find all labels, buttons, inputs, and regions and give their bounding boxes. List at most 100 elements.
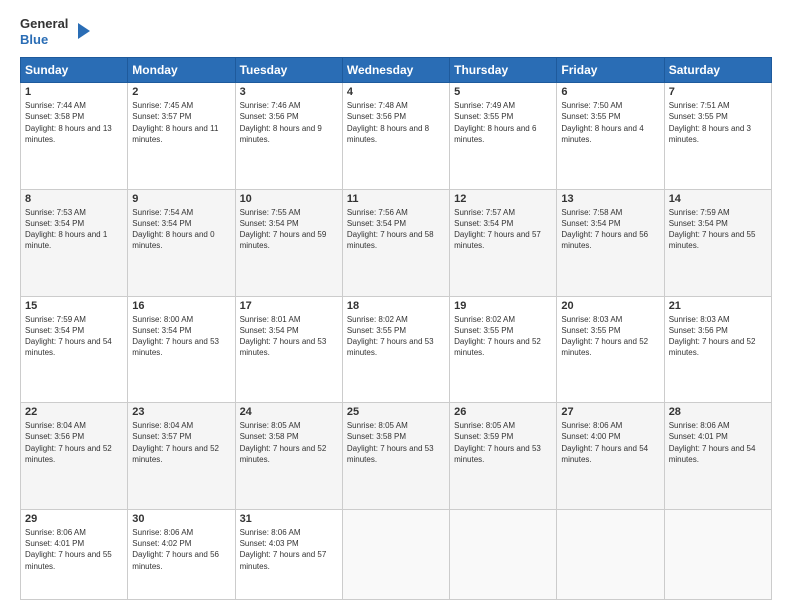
day-number: 9 <box>132 193 230 205</box>
day-number: 1 <box>25 86 123 98</box>
day-info: Sunrise: 7:59 AMSunset: 3:54 PMDaylight:… <box>25 315 112 358</box>
day-info: Sunrise: 7:56 AMSunset: 3:54 PMDaylight:… <box>347 208 434 251</box>
calendar-cell: 28Sunrise: 8:06 AMSunset: 4:01 PMDayligh… <box>664 403 771 510</box>
day-info: Sunrise: 8:05 AMSunset: 3:59 PMDaylight:… <box>454 421 541 464</box>
calendar-cell: 25Sunrise: 8:05 AMSunset: 3:58 PMDayligh… <box>342 403 449 510</box>
day-info: Sunrise: 7:53 AMSunset: 3:54 PMDaylight:… <box>25 208 107 251</box>
calendar-cell: 17 Sunrise: 8:01 AMSunset: 3:54 PMDayligh… <box>235 296 342 403</box>
calendar-cell: 14Sunrise: 7:59 AMSunset: 3:54 PMDayligh… <box>664 189 771 296</box>
day-number: 15 <box>25 300 123 312</box>
day-number: 12 <box>454 193 552 205</box>
calendar-cell: 9 Sunrise: 7:54 AMSunset: 3:54 PMDaylight… <box>128 189 235 296</box>
day-info: Sunrise: 7:50 AMSunset: 3:55 PMDaylight:… <box>561 101 643 144</box>
calendar-cell: 15 Sunrise: 7:59 AMSunset: 3:54 PMDayligh… <box>21 296 128 403</box>
calendar-header-sunday: Sunday <box>21 58 128 83</box>
day-number: 28 <box>669 406 767 418</box>
calendar-cell: 24Sunrise: 8:05 AMSunset: 3:58 PMDayligh… <box>235 403 342 510</box>
calendar-cell: 6 Sunrise: 7:50 AMSunset: 3:55 PMDaylight… <box>557 83 664 190</box>
calendar-cell: 26 Sunrise: 8:05 AMSunset: 3:59 PMDayligh… <box>450 403 557 510</box>
calendar-header-saturday: Saturday <box>664 58 771 83</box>
calendar-cell: 2 Sunrise: 7:45 AMSunset: 3:57 PMDaylight… <box>128 83 235 190</box>
logo: General Blue <box>20 16 90 47</box>
calendar-cell: 5Sunrise: 7:49 AMSunset: 3:55 PMDaylight… <box>450 83 557 190</box>
header: General Blue <box>20 16 772 47</box>
calendar-cell: 18 Sunrise: 8:02 AMSunset: 3:55 PMDayligh… <box>342 296 449 403</box>
day-info: Sunrise: 8:04 AMSunset: 3:57 PMDaylight:… <box>132 421 219 464</box>
day-number: 16 <box>132 300 230 312</box>
calendar-header-wednesday: Wednesday <box>342 58 449 83</box>
day-number: 5 <box>454 86 552 98</box>
day-info: Sunrise: 8:01 AMSunset: 3:54 PMDaylight:… <box>240 315 327 358</box>
calendar-week-4: 22Sunrise: 8:04 AMSunset: 3:56 PMDayligh… <box>21 403 772 510</box>
calendar-cell <box>557 510 664 600</box>
calendar-cell: 19 Sunrise: 8:02 AMSunset: 3:55 PMDayligh… <box>450 296 557 403</box>
day-info: Sunrise: 8:03 AMSunset: 3:55 PMDaylight:… <box>561 315 648 358</box>
day-number: 24 <box>240 406 338 418</box>
day-info: Sunrise: 7:45 AMSunset: 3:57 PMDaylight:… <box>132 101 218 144</box>
calendar-cell: 7Sunrise: 7:51 AMSunset: 3:55 PMDaylight… <box>664 83 771 190</box>
calendar-cell: 1 Sunrise: 7:44 AMSunset: 3:58 PMDaylight… <box>21 83 128 190</box>
day-info: Sunrise: 8:06 AMSunset: 4:02 PMDaylight:… <box>132 528 219 571</box>
calendar-week-2: 8 Sunrise: 7:53 AMSunset: 3:54 PMDaylight… <box>21 189 772 296</box>
calendar-cell: 30 Sunrise: 8:06 AMSunset: 4:02 PMDayligh… <box>128 510 235 600</box>
day-number: 23 <box>132 406 230 418</box>
logo-text: General Blue <box>20 16 90 47</box>
calendar-cell: 20 Sunrise: 8:03 AMSunset: 3:55 PMDayligh… <box>557 296 664 403</box>
calendar-cell: 13 Sunrise: 7:58 AMSunset: 3:54 PMDayligh… <box>557 189 664 296</box>
day-info: Sunrise: 7:51 AMSunset: 3:55 PMDaylight:… <box>669 101 751 144</box>
day-info: Sunrise: 7:57 AMSunset: 3:54 PMDaylight:… <box>454 208 541 251</box>
day-info: Sunrise: 7:46 AMSunset: 3:56 PMDaylight:… <box>240 101 322 144</box>
calendar-cell <box>450 510 557 600</box>
calendar-cell: 8 Sunrise: 7:53 AMSunset: 3:54 PMDaylight… <box>21 189 128 296</box>
day-number: 17 <box>240 300 338 312</box>
day-info: Sunrise: 7:58 AMSunset: 3:54 PMDaylight:… <box>561 208 648 251</box>
day-number: 2 <box>132 86 230 98</box>
calendar-week-3: 15 Sunrise: 7:59 AMSunset: 3:54 PMDayligh… <box>21 296 772 403</box>
calendar-header-monday: Monday <box>128 58 235 83</box>
calendar-cell <box>664 510 771 600</box>
calendar-week-1: 1 Sunrise: 7:44 AMSunset: 3:58 PMDaylight… <box>21 83 772 190</box>
calendar-header-row: SundayMondayTuesdayWednesdayThursdayFrid… <box>21 58 772 83</box>
calendar-header-thursday: Thursday <box>450 58 557 83</box>
day-number: 6 <box>561 86 659 98</box>
calendar-cell <box>342 510 449 600</box>
day-info: Sunrise: 7:54 AMSunset: 3:54 PMDaylight:… <box>132 208 214 251</box>
calendar-cell: 31 Sunrise: 8:06 AMSunset: 4:03 PMDayligh… <box>235 510 342 600</box>
day-info: Sunrise: 7:55 AMSunset: 3:54 PMDaylight:… <box>240 208 327 251</box>
day-info: Sunrise: 8:02 AMSunset: 3:55 PMDaylight:… <box>454 315 541 358</box>
day-info: Sunrise: 8:00 AMSunset: 3:54 PMDaylight:… <box>132 315 219 358</box>
calendar-header-friday: Friday <box>557 58 664 83</box>
calendar-cell: 22Sunrise: 8:04 AMSunset: 3:56 PMDayligh… <box>21 403 128 510</box>
calendar-cell: 4Sunrise: 7:48 AMSunset: 3:56 PMDaylight… <box>342 83 449 190</box>
calendar-cell: 29Sunrise: 8:06 AMSunset: 4:01 PMDayligh… <box>21 510 128 600</box>
calendar-cell: 12 Sunrise: 7:57 AMSunset: 3:54 PMDayligh… <box>450 189 557 296</box>
day-number: 29 <box>25 513 123 525</box>
day-info: Sunrise: 8:06 AMSunset: 4:03 PMDaylight:… <box>240 528 327 571</box>
day-number: 10 <box>240 193 338 205</box>
day-number: 20 <box>561 300 659 312</box>
day-info: Sunrise: 7:59 AMSunset: 3:54 PMDaylight:… <box>669 208 756 251</box>
calendar-cell: 11 Sunrise: 7:56 AMSunset: 3:54 PMDayligh… <box>342 189 449 296</box>
calendar-cell: 23 Sunrise: 8:04 AMSunset: 3:57 PMDayligh… <box>128 403 235 510</box>
day-number: 4 <box>347 86 445 98</box>
day-number: 30 <box>132 513 230 525</box>
day-info: Sunrise: 7:44 AMSunset: 3:58 PMDaylight:… <box>25 101 112 144</box>
day-info: Sunrise: 8:06 AMSunset: 4:00 PMDaylight:… <box>561 421 648 464</box>
calendar-cell: 3 Sunrise: 7:46 AMSunset: 3:56 PMDaylight… <box>235 83 342 190</box>
day-number: 11 <box>347 193 445 205</box>
calendar-table: SundayMondayTuesdayWednesdayThursdayFrid… <box>20 57 772 600</box>
calendar-week-5: 29Sunrise: 8:06 AMSunset: 4:01 PMDayligh… <box>21 510 772 600</box>
calendar-body: 1 Sunrise: 7:44 AMSunset: 3:58 PMDaylight… <box>21 83 772 600</box>
day-number: 18 <box>347 300 445 312</box>
day-number: 8 <box>25 193 123 205</box>
day-number: 13 <box>561 193 659 205</box>
day-number: 26 <box>454 406 552 418</box>
day-info: Sunrise: 8:03 AMSunset: 3:56 PMDaylight:… <box>669 315 756 358</box>
calendar-cell: 10 Sunrise: 7:55 AMSunset: 3:54 PMDayligh… <box>235 189 342 296</box>
day-number: 31 <box>240 513 338 525</box>
day-number: 3 <box>240 86 338 98</box>
day-number: 19 <box>454 300 552 312</box>
day-number: 21 <box>669 300 767 312</box>
day-info: Sunrise: 8:04 AMSunset: 3:56 PMDaylight:… <box>25 421 112 464</box>
day-info: Sunrise: 8:02 AMSunset: 3:55 PMDaylight:… <box>347 315 434 358</box>
